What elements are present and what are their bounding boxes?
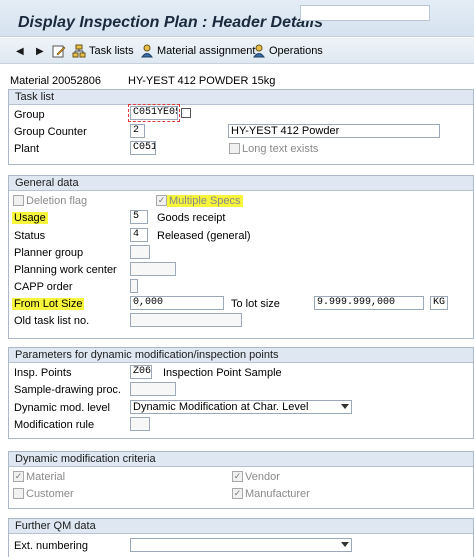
manufacturer-criteria-checkbox[interactable]: ✓ bbox=[232, 488, 243, 499]
deletion-flag-label: Deletion flag bbox=[26, 195, 88, 207]
group-field[interactable]: C051YE05 bbox=[130, 106, 178, 120]
group-counter-text: HY-YEST 412 Powder bbox=[228, 124, 440, 138]
long-text-checkbox[interactable] bbox=[229, 143, 240, 154]
material-number: 20052806 bbox=[52, 75, 101, 87]
planner-group-label: Planner group bbox=[14, 247, 84, 259]
modification-rule-label: Modification rule bbox=[14, 419, 95, 431]
further-qm-header: Further QM data bbox=[9, 519, 473, 534]
lot-unit-field[interactable]: KG bbox=[430, 296, 448, 310]
dynamic-criteria-header: Dynamic modification criteria bbox=[9, 452, 473, 467]
from-lot-size-field[interactable]: 0,000 bbox=[130, 296, 224, 310]
capp-order-label: CAPP order bbox=[14, 281, 73, 293]
previous-button[interactable]: ◀ bbox=[16, 44, 24, 58]
ext-numbering-dropdown[interactable] bbox=[130, 538, 352, 552]
task-lists-button[interactable]: Task lists bbox=[72, 44, 134, 58]
to-lot-size-field[interactable]: 9.999.999,000 bbox=[314, 296, 424, 310]
material-description: HY-YEST 412 POWDER 15kg bbox=[128, 75, 276, 87]
planning-work-center-field[interactable] bbox=[130, 262, 176, 276]
modification-rule-field[interactable] bbox=[130, 417, 150, 431]
capp-order-field[interactable] bbox=[130, 279, 138, 293]
usage-text: Goods receipt bbox=[157, 212, 226, 224]
material-criteria-checkbox[interactable]: ✓ bbox=[13, 471, 24, 482]
plant-label: Plant bbox=[14, 143, 40, 155]
vendor-criteria-checkbox[interactable]: ✓ bbox=[232, 471, 243, 482]
material-criteria-label: Material bbox=[26, 471, 66, 483]
status-field[interactable]: 4 bbox=[130, 228, 148, 242]
from-lot-size-label: From Lot Size bbox=[12, 298, 85, 310]
general-data-header: General data bbox=[9, 176, 473, 191]
arrow-left-icon: ◀ bbox=[16, 45, 24, 57]
title-command-field[interactable] bbox=[300, 5, 430, 21]
dynamic-mod-level-label: Dynamic mod. level bbox=[14, 402, 110, 414]
material-assignment-button[interactable]: Material assignment bbox=[140, 44, 255, 58]
old-task-list-field[interactable] bbox=[130, 313, 242, 327]
group-label: Group bbox=[14, 109, 45, 121]
insp-points-label: Insp. Points bbox=[14, 367, 72, 379]
insp-points-field[interactable]: Z06 bbox=[130, 365, 152, 379]
status-text: Released (general) bbox=[157, 230, 251, 242]
usage-label: Usage bbox=[12, 212, 48, 224]
person-icon bbox=[141, 44, 153, 58]
insp-points-text: Inspection Point Sample bbox=[163, 367, 282, 379]
dynamic-mod-level-value: Dynamic Modification at Char. Level bbox=[133, 401, 309, 413]
ext-numbering-label: Ext. numbering bbox=[14, 540, 88, 552]
dynamic-mod-level-dropdown[interactable]: Dynamic Modification at Char. Level bbox=[130, 400, 352, 414]
arrow-right-icon: ▶ bbox=[36, 45, 44, 57]
chevron-down-icon bbox=[341, 404, 349, 409]
deletion-flag-checkbox[interactable] bbox=[13, 195, 24, 206]
next-button[interactable]: ▶ bbox=[36, 44, 44, 58]
material-assignment-label: Material assignment bbox=[157, 45, 256, 57]
plant-field[interactable]: C051 bbox=[130, 141, 156, 155]
operations-button[interactable]: Operations bbox=[252, 44, 323, 58]
status-label: Status bbox=[14, 230, 46, 242]
task-list-header: Task list bbox=[9, 90, 473, 105]
customer-criteria-checkbox[interactable] bbox=[13, 488, 24, 499]
chevron-down-icon bbox=[341, 542, 349, 547]
usage-field[interactable]: 5 bbox=[130, 210, 148, 224]
group-counter-label: Group Counter bbox=[14, 126, 87, 138]
vendor-criteria-label: Vendor bbox=[245, 471, 280, 483]
manufacturer-criteria-label: Manufacturer bbox=[245, 488, 310, 500]
planning-work-center-label: Planning work center bbox=[14, 264, 117, 276]
hierarchy-icon bbox=[72, 44, 86, 58]
window-title: Display Inspection Plan : Header Details bbox=[18, 14, 323, 31]
dynamic-params-header: Parameters for dynamic modification/insp… bbox=[9, 348, 473, 363]
material-label: Material bbox=[10, 75, 50, 87]
old-task-list-label: Old task list no. bbox=[14, 315, 90, 327]
edit-pencil-icon bbox=[52, 45, 66, 58]
operations-label: Operations bbox=[269, 45, 323, 57]
sample-drawing-field[interactable] bbox=[130, 382, 176, 396]
display-change-button[interactable] bbox=[52, 44, 66, 58]
group-counter-field[interactable]: 2 bbox=[130, 124, 145, 138]
to-lot-size-label: To lot size bbox=[231, 298, 280, 310]
task-lists-label: Task lists bbox=[89, 45, 134, 57]
person-icon bbox=[253, 44, 265, 58]
planner-group-field[interactable] bbox=[130, 245, 150, 259]
multiple-specs-label: Multiple Specs bbox=[167, 195, 243, 207]
multiple-specs-checkbox[interactable]: ✓ bbox=[156, 195, 167, 206]
sample-drawing-label: Sample-drawing proc. bbox=[14, 384, 121, 396]
copy-icon[interactable] bbox=[181, 108, 191, 118]
customer-criteria-label: Customer bbox=[26, 488, 74, 500]
long-text-label: Long text exists bbox=[242, 143, 319, 155]
